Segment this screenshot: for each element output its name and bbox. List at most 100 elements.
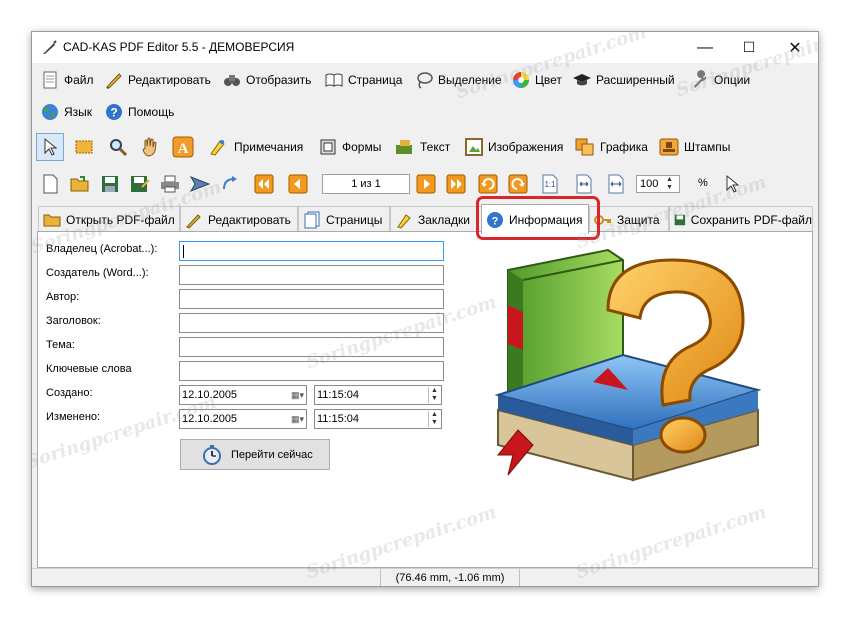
menu-view-label: Отобразить <box>246 73 312 87</box>
rectangle-select-button[interactable] <box>70 133 98 161</box>
go-now-label: Перейти сейчас <box>231 448 313 461</box>
text-insert-tool[interactable]: Текст <box>394 133 450 161</box>
zoom-tool-button[interactable] <box>104 133 132 161</box>
hand-tool-button[interactable] <box>136 133 164 161</box>
fit-page-icon <box>576 174 592 194</box>
print-button[interactable] <box>158 172 182 196</box>
stamps-label: Штампы <box>684 140 731 154</box>
notes-tool[interactable]: Примечания <box>208 133 303 161</box>
zoom-stepper[interactable]: ▲ ▼ <box>666 176 676 192</box>
menu-page[interactable]: Страница <box>324 68 402 92</box>
title-field[interactable] <box>179 313 444 333</box>
tab-bookmarks[interactable]: Закладки <box>390 206 490 232</box>
active-tab-highlight <box>476 196 600 240</box>
modified-time-stepper[interactable]: ▲ ▼ <box>428 411 440 427</box>
modified-date-field[interactable]: 12.10.2005 ▦▾ <box>179 409 307 429</box>
creator-field[interactable] <box>179 265 444 285</box>
fit-width-button[interactable] <box>604 172 628 196</box>
save-as-button[interactable] <box>128 172 152 196</box>
tab-pages-label: Страницы <box>326 212 383 227</box>
text-stamp-icon <box>396 140 412 154</box>
pen-edit-icon <box>186 213 201 229</box>
menu-advanced[interactable]: Расширенный <box>572 68 675 92</box>
select-tool-button[interactable] <box>36 133 64 161</box>
stopwatch-icon <box>203 444 221 465</box>
page-number-field[interactable]: 1 из 1 <box>322 174 410 194</box>
save-button[interactable] <box>98 172 122 196</box>
text-caret <box>183 245 184 258</box>
blank-page-icon <box>43 174 58 194</box>
form-grid-icon <box>320 139 336 155</box>
forms-tool[interactable]: Формы <box>318 133 381 161</box>
images-label: Изображения <box>488 140 564 154</box>
document-icon <box>43 71 57 89</box>
text-tool-button[interactable]: A <box>169 133 197 161</box>
open-folder-icon <box>43 214 61 226</box>
menu-file[interactable]: Файл <box>40 68 94 92</box>
tab-security[interactable]: Защита <box>589 206 669 232</box>
owner-field[interactable] <box>179 241 444 261</box>
open-folder-icon <box>70 176 89 192</box>
minimize-button[interactable]: — <box>682 32 728 63</box>
tab-open-pdf[interactable]: Открыть PDF-файл <box>38 206 180 232</box>
created-time-field[interactable]: 11:15:04 ▲ ▼ <box>314 385 442 405</box>
author-field[interactable] <box>179 289 444 309</box>
stamps-tool[interactable]: Штампы <box>658 133 730 161</box>
tab-bookmarks-label: Закладки <box>418 212 470 227</box>
actual-size-button[interactable]: 1:1 <box>538 172 562 196</box>
pen-edit-icon <box>106 73 122 89</box>
rotate-right-icon <box>508 174 528 194</box>
tab-pages[interactable]: Страницы <box>298 206 390 232</box>
menu-language[interactable]: Язык <box>40 100 92 124</box>
modified-time-field[interactable]: 11:15:04 ▲ ▼ <box>314 409 442 429</box>
first-page-icon <box>254 174 274 194</box>
tab-save-pdf[interactable]: Сохранить PDF-файл <box>669 206 813 232</box>
menu-selection[interactable]: Выделение <box>414 68 502 92</box>
owner-label: Владелец (Acrobat...): <box>46 243 158 255</box>
notes-label: Примечания <box>234 140 304 154</box>
send-button[interactable] <box>188 172 212 196</box>
last-page-icon <box>446 174 466 194</box>
calendar-dropdown-icon[interactable]: ▦▾ <box>291 386 304 404</box>
cursor-coordinates: (76.46 mm, -1.06 mm) <box>380 569 520 586</box>
fit-page-button[interactable] <box>572 172 596 196</box>
status-bar: (76.46 mm, -1.06 mm) <box>32 568 818 586</box>
rotate-left-button[interactable] <box>476 172 500 196</box>
menu-color[interactable]: Цвет <box>511 68 562 92</box>
keywords-field[interactable] <box>179 361 444 381</box>
menu-options[interactable]: Опции <box>690 68 750 92</box>
previous-page-button[interactable] <box>286 172 310 196</box>
next-page-button[interactable] <box>414 172 438 196</box>
navigation-toolbar: 1 из 1 1:1 100 ▲ ▼ % <box>32 172 818 198</box>
graduation-cap-icon <box>573 74 591 86</box>
tab-edit[interactable]: Редактировать <box>180 206 298 232</box>
graphics-tool[interactable]: Графика <box>574 133 648 161</box>
created-date-field[interactable]: 12.10.2005 ▦▾ <box>179 385 307 405</box>
close-button[interactable]: ✕ <box>772 32 818 63</box>
rotate-right-button[interactable] <box>506 172 530 196</box>
information-panel: Владелец (Acrobat...): Создатель (Word..… <box>37 231 813 568</box>
created-time-stepper[interactable]: ▲ ▼ <box>428 387 440 403</box>
undo-curve-button[interactable] <box>218 172 242 196</box>
new-document-button[interactable] <box>38 172 62 196</box>
go-now-button[interactable]: Перейти сейчас <box>180 439 330 470</box>
menu-view[interactable]: Отобразить <box>222 68 311 92</box>
open-book-icon <box>325 73 343 87</box>
menu-help[interactable]: ? Помощь <box>104 100 174 124</box>
rotate-left-icon <box>478 174 498 194</box>
bookmark-pin-icon <box>397 213 411 229</box>
lasso-icon <box>417 72 433 89</box>
first-page-button[interactable] <box>252 172 276 196</box>
subject-field[interactable] <box>179 337 444 357</box>
open-button[interactable] <box>68 172 92 196</box>
tab-edit-label: Редактировать <box>208 212 291 227</box>
actual-size-label: 1:1 <box>544 180 556 189</box>
pointer-button[interactable] <box>720 172 744 196</box>
creator-label: Создатель (Word...): <box>46 267 149 279</box>
rectangle-selection-icon <box>75 140 93 154</box>
calendar-dropdown-icon[interactable]: ▦▾ <box>291 410 304 428</box>
maximize-button[interactable]: ☐ <box>726 32 772 63</box>
images-tool[interactable]: Изображения <box>464 133 563 161</box>
menu-edit[interactable]: Редактировать <box>104 68 211 92</box>
last-page-button[interactable] <box>444 172 468 196</box>
